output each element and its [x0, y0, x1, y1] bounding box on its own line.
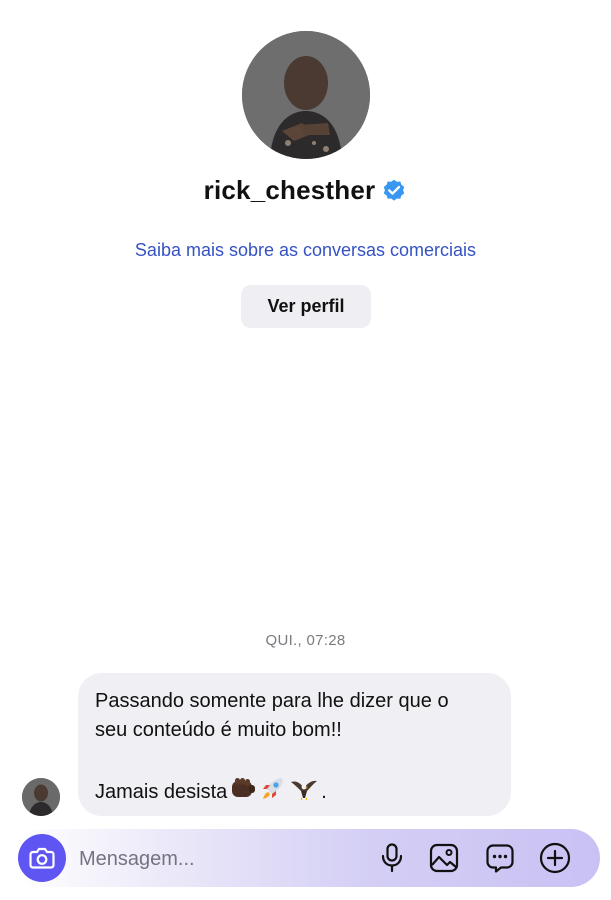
- message-signoff-text: Jamais desista: [95, 781, 228, 803]
- microphone-icon: [381, 843, 403, 873]
- sticker-chat-icon: [486, 844, 514, 873]
- verified-badge-icon: [381, 177, 407, 203]
- view-profile-button[interactable]: Ver perfil: [241, 285, 371, 328]
- profile-photo-illustration: [242, 31, 370, 159]
- oncoming-fist-emoji-icon: [229, 775, 257, 810]
- message-signoff-line: Jamais desista .: [95, 774, 495, 811]
- message-timestamp: QUI., 07:28: [265, 632, 346, 649]
- sender-avatar[interactable]: [22, 778, 60, 816]
- gallery-icon: [429, 843, 459, 873]
- message-composer: [14, 829, 600, 887]
- rocket-emoji-icon: [259, 774, 287, 811]
- message-text-line: seu conteúdo é muito bom!!: [95, 719, 342, 741]
- message-text-line: Passando somente para lhe dizer que o: [95, 690, 449, 712]
- gallery-button[interactable]: [427, 841, 461, 875]
- message-signoff-end: .: [321, 781, 327, 803]
- sticker-button[interactable]: [483, 841, 517, 875]
- profile-name-row: rick_chesther: [0, 172, 611, 208]
- camera-button[interactable]: [18, 834, 66, 882]
- more-options-button[interactable]: [538, 841, 572, 875]
- message-input[interactable]: [77, 839, 371, 879]
- message-bubble[interactable]: Passando somente para lhe dizer que o se…: [78, 673, 511, 816]
- profile-username[interactable]: rick_chesther: [204, 175, 376, 206]
- eagle-emoji-icon: [289, 774, 319, 811]
- sender-photo-illustration: [22, 778, 60, 816]
- business-chats-info-link[interactable]: Saiba mais sobre as conversas comerciais: [0, 240, 611, 261]
- profile-avatar[interactable]: [242, 31, 370, 159]
- dm-thread-screen: rick_chesther Saiba mais sobre as conver…: [0, 0, 611, 900]
- add-icon: [539, 842, 571, 874]
- camera-icon: [29, 847, 55, 869]
- voice-message-button[interactable]: [375, 841, 409, 875]
